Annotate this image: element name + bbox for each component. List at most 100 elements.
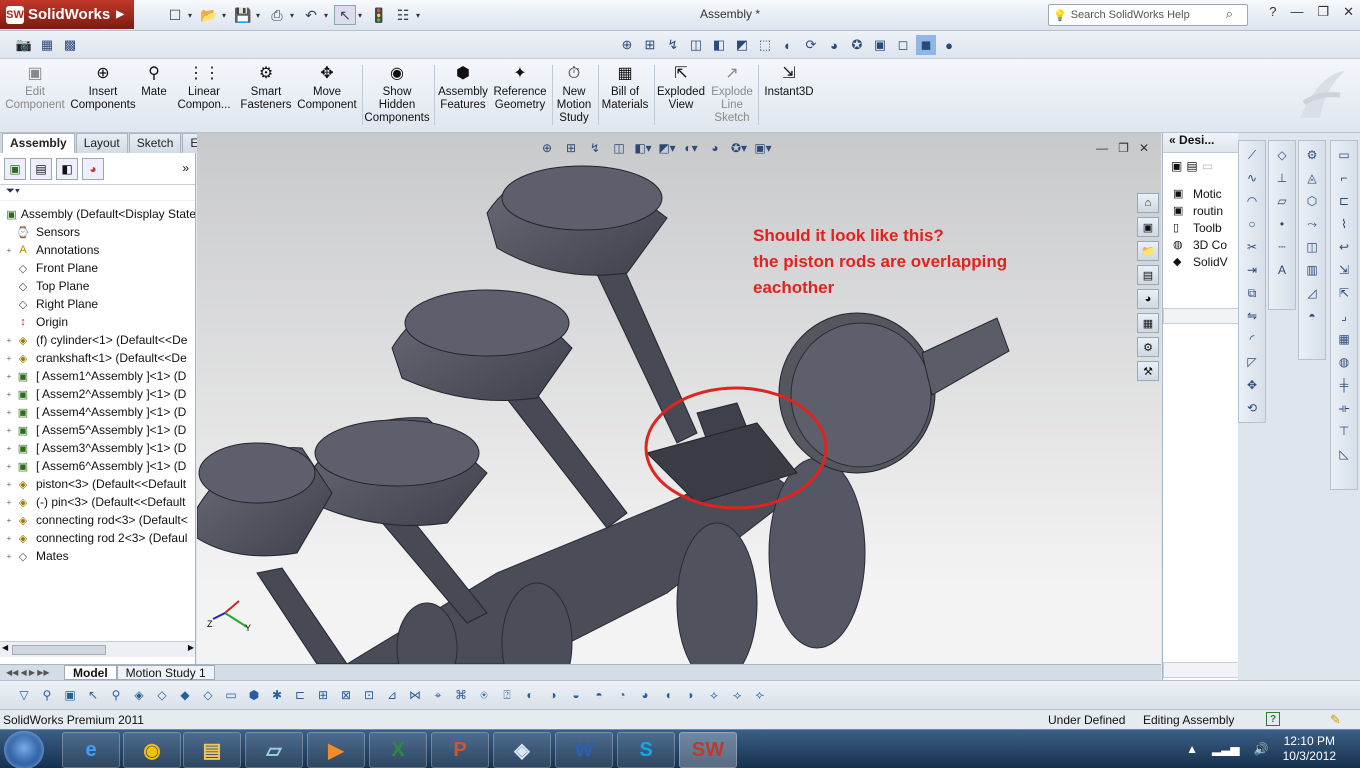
zoom-area-icon[interactable]: ⊞ — [640, 35, 660, 55]
display-style-icon[interactable]: ◩▾ — [657, 139, 677, 157]
view-settings-icon[interactable]: ▣▾ — [753, 139, 773, 157]
selection-filter-icon[interactable]: ◈ — [129, 685, 149, 705]
arc-tool-icon[interactable]: ◠ — [1242, 191, 1262, 211]
skype-taskbar-icon[interactable]: S — [617, 732, 675, 768]
rotate-icon[interactable]: ⟳ — [801, 35, 821, 55]
solidworks-taskbar-icon[interactable]: SW — [679, 732, 737, 768]
expand-icon[interactable]: + — [4, 516, 14, 525]
tab-navigation-icon[interactable]: ◀◀ ◀ ▶ ▶▶ — [0, 668, 64, 677]
selection-filter-icon[interactable]: ◑ — [543, 685, 563, 705]
move-tool-icon[interactable]: ✥ — [1242, 375, 1262, 395]
save-icon[interactable]: 💾 — [232, 5, 254, 25]
selection-filter-icon[interactable]: ◔ — [612, 685, 632, 705]
text-tool-icon[interactable]: A — [1272, 260, 1292, 280]
selection-filter-icon[interactable]: ◆ — [175, 685, 195, 705]
select-pointer-icon[interactable]: ↖ — [334, 5, 356, 25]
edit-component-button[interactable]: ▣ Edit Component — [5, 63, 64, 112]
show-hidden-components-button[interactable]: ◉ Show Hidden Components — [364, 63, 430, 125]
view-orientation-icon[interactable]: ◧ — [709, 35, 729, 55]
section-view-icon[interactable]: ◫ — [609, 139, 629, 157]
chamfer-tool-icon[interactable]: ◸ — [1242, 352, 1262, 372]
appearance-icon[interactable]: ◕ — [824, 35, 844, 55]
options-dropdown-icon[interactable]: ▾ — [416, 11, 424, 20]
chrome-taskbar-icon[interactable]: ◉ — [123, 732, 181, 768]
centerline-tool-icon[interactable]: ┄ — [1272, 237, 1292, 257]
trim-extend-icon[interactable]: ⟛ — [1334, 398, 1354, 418]
expand-icon[interactable]: + — [4, 444, 14, 453]
tab-motion-study-1[interactable]: Motion Study 1 — [116, 665, 215, 680]
select-dropdown-icon[interactable]: ▾ — [358, 11, 366, 20]
expand-icon[interactable]: + — [4, 372, 14, 381]
tree-item[interactable]: + ▣ [ Assem4^Assembly ]<1> (D — [0, 403, 195, 421]
expand-icon[interactable]: + — [4, 552, 14, 561]
rib-icon[interactable]: ▥ — [1302, 260, 1322, 280]
clock[interactable]: 12:10 PM 10/3/2012 — [1283, 734, 1336, 764]
undo-icon[interactable]: ↶ — [300, 5, 322, 25]
mirror-tool-icon[interactable]: ⇋ — [1242, 306, 1262, 326]
loft-icon[interactable]: ⬡ — [1302, 191, 1322, 211]
close-icon[interactable]: ✕ — [1343, 4, 1354, 20]
selection-filter-icon[interactable]: ◗ — [681, 685, 701, 705]
open-folder-icon[interactable]: 📂 — [198, 5, 220, 25]
selection-filter-icon[interactable]: ⋈ — [405, 685, 425, 705]
tip-icon[interactable]: ✎ — [1330, 712, 1341, 728]
viewport-minimize-icon[interactable]: — — [1096, 141, 1108, 155]
print-icon[interactable]: ⎙ — [266, 5, 288, 25]
tree-item[interactable]: ◇ Top Plane — [0, 277, 195, 295]
file-explorer-taskbar-icon[interactable]: ▤ — [183, 732, 241, 768]
expand-icon[interactable]: + — [4, 498, 14, 507]
save-dropdown-icon[interactable]: ▾ — [256, 11, 264, 20]
print-dropdown-icon[interactable]: ▾ — [290, 11, 298, 20]
options-icon[interactable]: ☷ — [392, 5, 414, 25]
scroll-right-icon[interactable]: ▶ — [188, 643, 194, 652]
tree-item[interactable]: + ◈ crankshaft<1> (Default<<De — [0, 349, 195, 367]
create-folder-icon[interactable]: ▤ — [1186, 159, 1197, 173]
expand-icon[interactable]: + — [4, 534, 14, 543]
expand-icon[interactable]: + — [4, 354, 14, 363]
tree-item[interactable]: + ◈ connecting rod<3> (Default< — [0, 511, 195, 529]
tree-item[interactable]: + ◈ (f) cylinder<1> (Default<<De — [0, 331, 195, 349]
display-manager-tab-icon[interactable]: ◕ — [82, 157, 104, 180]
relations-icon[interactable]: ⊥ — [1272, 168, 1292, 188]
restore-icon[interactable]: ❐ — [1317, 4, 1329, 20]
selection-filter-icon[interactable]: ◓ — [589, 685, 609, 705]
solidworks-menu-button[interactable]: SW SolidWorks ▶ — [0, 0, 134, 29]
tab-model[interactable]: Model — [64, 665, 117, 680]
edit-appearance-icon[interactable]: ◕ — [705, 139, 725, 157]
tab-layout[interactable]: Layout — [75, 133, 128, 153]
design-library-item[interactable]: ▯ Toolb — [1163, 219, 1238, 236]
feature-tree-tab-icon[interactable]: ▣ — [4, 157, 26, 180]
rotate-tool-icon[interactable]: ⟲ — [1242, 398, 1262, 418]
file-explorer-icon[interactable]: 📁 — [1137, 241, 1159, 261]
selection-filter-icon[interactable]: ▭ — [221, 685, 241, 705]
vent-icon[interactable]: ▦ — [1334, 329, 1354, 349]
scene-icon[interactable]: ✪ — [847, 35, 867, 55]
tree-item[interactable]: + A Annotations — [0, 241, 195, 259]
selection-filter-icon[interactable]: ◐ — [520, 685, 540, 705]
design-library-item[interactable]: ▣ Motic — [1163, 185, 1238, 202]
weld-icon[interactable]: ⚙ — [1302, 145, 1322, 165]
scroll-thumb[interactable] — [12, 645, 106, 655]
selection-filter-icon[interactable]: ⍟ — [474, 685, 494, 705]
tree-item[interactable]: ↕ Origin — [0, 313, 195, 331]
previous-view-icon[interactable]: ↯ — [663, 35, 683, 55]
insert-components-button[interactable]: ⊕ Insert Components — [70, 63, 136, 112]
shell-icon[interactable]: ◫ — [1302, 237, 1322, 257]
tree-item[interactable]: + ◈ connecting rod 2<3> (Defaul — [0, 529, 195, 547]
fold-icon[interactable]: ⇱ — [1334, 283, 1354, 303]
property-manager-tab-icon[interactable]: ▤ — [30, 157, 52, 180]
notepad-taskbar-icon[interactable]: ▱ — [245, 732, 303, 768]
selection-filter-icon[interactable]: ✱ — [267, 685, 287, 705]
new-dropdown-icon[interactable]: ▾ — [188, 11, 196, 20]
tree-item[interactable]: + ▣ [ Assem1^Assembly ]<1> (D — [0, 367, 195, 385]
selection-filter-icon[interactable]: ◇ — [198, 685, 218, 705]
jog-icon[interactable]: ⌇ — [1334, 214, 1354, 234]
open-dropdown-icon[interactable]: ▾ — [222, 11, 230, 20]
offset-tool-icon[interactable]: ⧉ — [1242, 283, 1262, 303]
exploded-view-button[interactable]: ⇱ Exploded View — [656, 63, 706, 112]
display-style-icon[interactable]: ◩ — [732, 35, 752, 55]
new-document-icon[interactable]: ☐ — [164, 5, 186, 25]
weldment-icon[interactable]: ╪ — [1334, 375, 1354, 395]
tree-item[interactable]: ◇ Front Plane — [0, 259, 195, 277]
graphics-area[interactable]: ⊕ ⊞ ↯ ◫ ◧▾ ◩▾ ◐▾ ◕ ✪▾ ▣▾ — ❐ ✕ Should it… — [197, 133, 1161, 664]
